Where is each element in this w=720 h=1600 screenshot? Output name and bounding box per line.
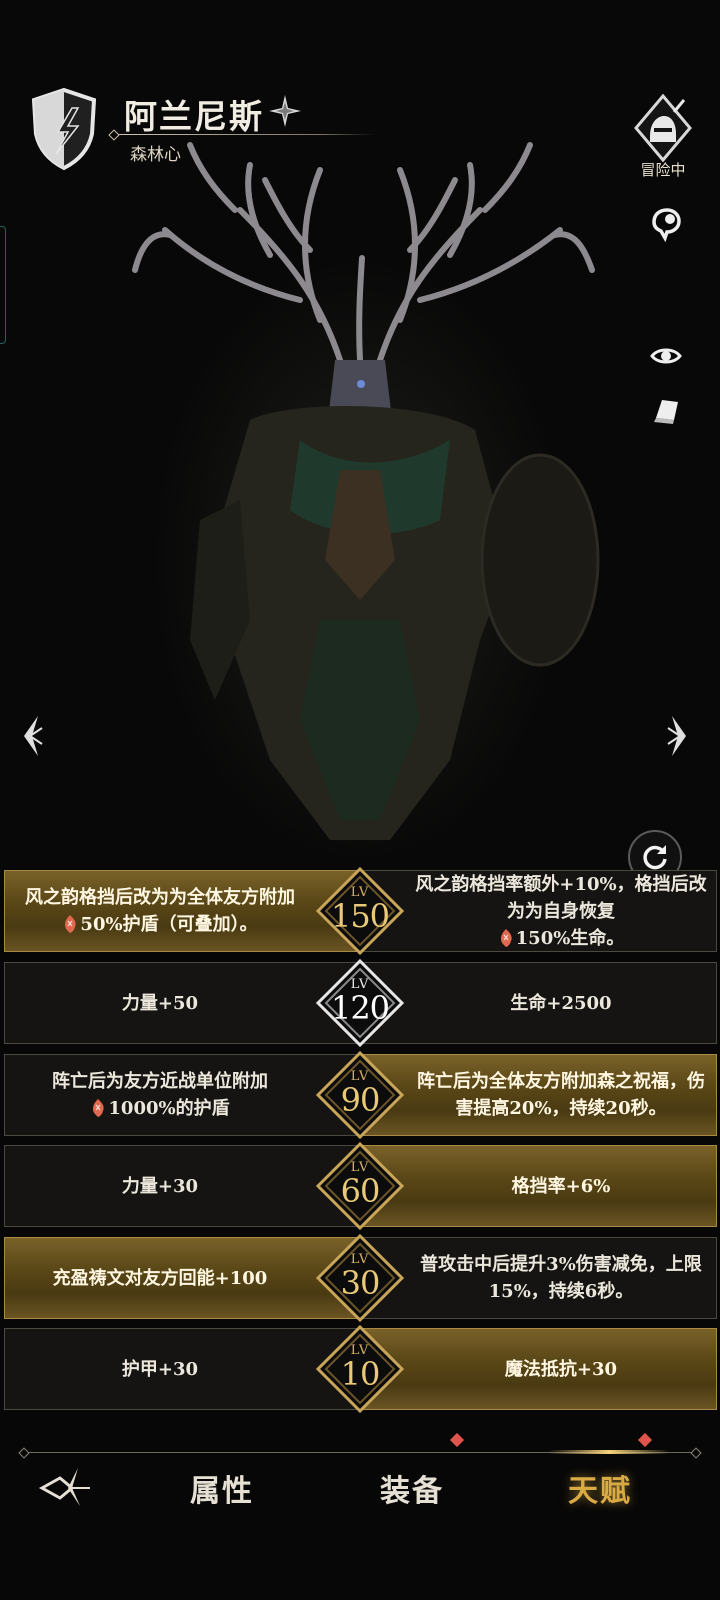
level-badge: LV 90 xyxy=(316,1051,404,1139)
level-badge: LV 150 xyxy=(316,867,404,955)
talent-text-continued: 1000%的护盾 xyxy=(108,1098,230,1119)
rune-icon xyxy=(498,928,514,948)
talent-option-left[interactable]: 风之韵格挡后改为为全体友方附加 50%护盾（可叠加）。 xyxy=(4,870,360,952)
talent-row: 阵亡后为友方近战单位附加 1000%的护盾 阵亡后为全体友方附加森之祝福，伤害提高2… xyxy=(4,1051,717,1139)
talent-text: 风之韵格挡率额外+10%，格挡后改为为自身恢复 xyxy=(415,873,707,922)
talent-option-left[interactable]: 阵亡后为友方近战单位附加 1000%的护盾 xyxy=(4,1054,360,1136)
talent-description: 风之韵格挡后改为为全体友方附加 50%护盾（可叠加）。 xyxy=(25,884,295,938)
talent-description: 充盈祷文对友方回能+100 xyxy=(53,1265,268,1292)
talent-option-left[interactable]: 护甲+30 xyxy=(4,1328,360,1410)
talent-row: 力量+50 生命+2500 LV 120 xyxy=(4,959,717,1047)
talent-text: 格挡率+6% xyxy=(511,1175,611,1197)
talent-description: 生命+2500 xyxy=(510,990,611,1017)
talent-option-right[interactable]: 风之韵格挡率额外+10%，格挡后改为为自身恢复 150%生命。 xyxy=(361,870,717,952)
side-drawer-tab[interactable] xyxy=(0,226,6,344)
talent-description: 格挡率+6% xyxy=(512,1173,611,1200)
tab-equipment[interactable]: 装备 xyxy=(380,1466,444,1510)
level-value: 10 xyxy=(340,1355,381,1393)
talent-description: 力量+30 xyxy=(122,1173,198,1200)
hero-name: 阿兰尼斯 xyxy=(124,97,264,136)
name-underline xyxy=(114,134,374,135)
tab-talents[interactable]: 天赋 xyxy=(568,1466,632,1510)
level-badge: LV 60 xyxy=(316,1142,404,1230)
talent-option-left[interactable]: 充盈祷文对友方回能+100 xyxy=(4,1237,360,1319)
talent-option-right[interactable]: 阵亡后为全体友方附加森之祝福，伤害提高20%，持续20秒。 xyxy=(361,1054,717,1136)
arrow-right-icon[interactable] xyxy=(664,714,694,758)
talent-option-right[interactable]: 格挡率+6% xyxy=(361,1145,717,1227)
talents-notification-badge xyxy=(637,1432,653,1448)
refresh-icon xyxy=(643,845,667,870)
talent-text-continued: 150%生命。 xyxy=(515,927,625,949)
talent-text: 充盈祷文对友方回能+100 xyxy=(52,1267,268,1289)
talent-option-right[interactable]: 普攻击中后提升3%伤害减免，上限15%，持续6秒。 xyxy=(361,1237,717,1319)
talent-option-right[interactable]: 魔法抵抗+30 xyxy=(361,1328,717,1410)
book-icon[interactable] xyxy=(646,392,686,432)
chat-bubble-icon[interactable] xyxy=(646,204,686,244)
eye-icon[interactable] xyxy=(646,336,686,376)
talent-description: 风之韵格挡率额外+10%，格挡后改为为自身恢复 150%生命。 xyxy=(414,871,708,952)
level-badge: LV 30 xyxy=(316,1234,404,1322)
tab-attributes[interactable]: 属性 xyxy=(190,1466,254,1510)
talent-text: 阵亡后为友方近战单位附加 xyxy=(52,1071,268,1092)
level-badge: LV 10 xyxy=(316,1325,404,1413)
talent-row: 风之韵格挡后改为为全体友方附加 50%护盾（可叠加）。 风之韵格挡率额外+10%，格… xyxy=(4,867,717,955)
status-label: 冒险中 xyxy=(640,161,686,179)
arrow-left-icon[interactable] xyxy=(16,714,46,758)
talent-text: 力量+30 xyxy=(121,1175,199,1197)
back-button[interactable] xyxy=(38,1466,94,1510)
talent-row: 力量+30 格挡率+6% LV 60 xyxy=(4,1142,717,1230)
talent-option-left[interactable]: 力量+50 xyxy=(4,962,360,1044)
talent-description: 阵亡后为友方近战单位附加 1000%的护盾 xyxy=(52,1068,268,1122)
rune-icon xyxy=(62,914,78,934)
lightning-shield-icon xyxy=(31,87,97,170)
talent-text: 生命+2500 xyxy=(510,992,612,1014)
talent-description: 魔法抵抗+30 xyxy=(505,1356,617,1383)
level-value: 60 xyxy=(340,1172,381,1210)
talent-description: 阵亡后为全体友方附加森之祝福，伤害提高20%，持续20秒。 xyxy=(414,1068,708,1122)
talent-row: 护甲+30 魔法抵抗+30 LV 10 xyxy=(4,1325,717,1413)
talent-text: 魔法抵抗+30 xyxy=(504,1358,618,1380)
talent-text: 阵亡后为全体友方附加森之祝福，伤害提高20%，持续20秒。 xyxy=(417,1071,705,1119)
talent-text: 力量+50 xyxy=(121,992,199,1014)
talent-text: 护甲+30 xyxy=(121,1358,199,1380)
talent-option-left[interactable]: 力量+30 xyxy=(4,1145,360,1227)
talent-description: 护甲+30 xyxy=(122,1356,198,1383)
star-icon xyxy=(269,95,301,127)
hero-portrait xyxy=(0,0,720,880)
level-value: 90 xyxy=(340,1081,381,1119)
level-value: 30 xyxy=(340,1264,381,1302)
talent-text: 普攻击中后提升3%伤害减免，上限15%，持续6秒。 xyxy=(420,1254,702,1302)
talent-description: 普攻击中后提升3%伤害减免，上限15%，持续6秒。 xyxy=(414,1251,708,1305)
talent-text-continued: 50%护盾（可叠加）。 xyxy=(80,914,258,935)
talent-option-right[interactable]: 生命+2500 xyxy=(361,962,717,1044)
knight-helmet-sword-icon[interactable] xyxy=(634,94,692,164)
hero-portrait-art xyxy=(132,142,600,840)
level-badge: LV 120 xyxy=(316,959,404,1047)
rune-icon xyxy=(90,1098,106,1118)
hero-subtitle: 森林心 xyxy=(130,145,181,165)
talent-description: 力量+50 xyxy=(122,990,198,1017)
equipment-notification-badge xyxy=(449,1432,465,1448)
level-value: 150 xyxy=(330,897,390,935)
tab-active-indicator xyxy=(548,1450,670,1454)
talent-row: 充盈祷文对友方回能+100 普攻击中后提升3%伤害减免，上限15%，持续6秒。 LV… xyxy=(4,1234,717,1322)
talent-text: 风之韵格挡后改为为全体友方附加 xyxy=(25,887,295,908)
level-value: 120 xyxy=(330,989,390,1027)
